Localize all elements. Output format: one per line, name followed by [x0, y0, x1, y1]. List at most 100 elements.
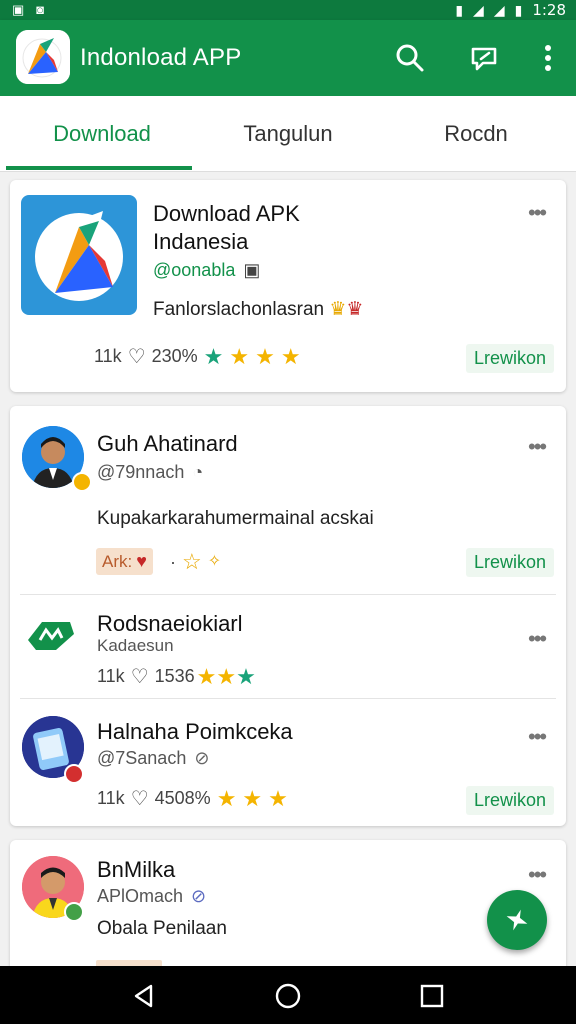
featured-app-title-line2: Indanesia	[153, 229, 249, 254]
share-icon	[471, 47, 497, 71]
more-horizontal-icon[interactable]: •••	[528, 202, 547, 224]
post-percent: 4508%	[154, 788, 211, 808]
tab-download[interactable]: Download	[6, 96, 198, 172]
clock-icon: ◔	[192, 462, 204, 482]
post-stats: 11k ♡ 1536 ★ ★ ★	[97, 664, 256, 689]
star-icon: ★	[196, 663, 217, 689]
featured-app-action-button[interactable]: Lrewikon	[466, 344, 555, 373]
home-button[interactable]	[272, 980, 304, 1012]
featured-app-card[interactable]: Download APK Indanesia @oonabla ▣ Fanlor…	[10, 180, 566, 392]
post-card: BnMilka APlOmach ⊘ Obala Penilaan •••	[10, 840, 566, 980]
post-tag[interactable]: Ark: ♥	[96, 548, 153, 575]
posts-card: Guh Ahatinard @79nnach ◔ Kupakarkarahume…	[10, 406, 566, 826]
post-author-name[interactable]: BnMilka	[97, 856, 175, 884]
app-bar: Indonload APP	[0, 20, 576, 96]
spark-icon	[506, 909, 528, 931]
post-action-button[interactable]: Lrewikon	[466, 786, 555, 815]
post-stats: 11k ♡ 4508% ★ ★ ★	[97, 786, 288, 811]
crown-icon: ♛	[329, 299, 347, 320]
heart-outline-icon[interactable]: ♡	[128, 344, 146, 369]
crown-red-icon: ♛	[346, 299, 364, 320]
battery-icon: ▮	[514, 1, 523, 18]
featured-app-description: Fanlorslachonlasran ♛♛	[153, 298, 363, 321]
dot-separator: ·	[170, 551, 176, 572]
overflow-menu-button[interactable]	[530, 40, 566, 76]
muted-icon: ⊘	[191, 886, 207, 906]
star-icon: ★	[229, 343, 250, 369]
app-logo-icon	[16, 30, 70, 84]
star-icon: ★	[280, 343, 301, 369]
star-outline-icon[interactable]: ☆	[182, 551, 202, 573]
android-notification-icon: ▣	[12, 2, 25, 17]
back-button[interactable]	[128, 980, 160, 1012]
verified-badge-icon	[72, 472, 92, 492]
search-button[interactable]	[392, 40, 428, 76]
featured-app-title-line1: Download APK	[153, 201, 300, 226]
clipboard-icon: ▣	[243, 260, 261, 280]
tab-bar: Download Tangulun Rocdn	[0, 96, 576, 172]
sparkle-icon: ✧	[207, 553, 222, 570]
post-reactions: · ☆ ✧	[170, 551, 221, 573]
app-title: Indonload APP	[80, 44, 242, 71]
post-count: 11k	[97, 788, 125, 808]
muted-icon: ⊘	[194, 748, 210, 768]
featured-app-icon	[21, 195, 137, 315]
signal-icon: ◢	[493, 1, 505, 18]
verified-badge-icon	[64, 902, 84, 922]
status-bar: ▣ ◙ ▮ ◢ ◢ ▮ 1:28	[0, 0, 576, 20]
recents-button[interactable]	[416, 980, 448, 1012]
star-icon: ★	[216, 785, 237, 811]
divider	[20, 698, 556, 699]
tab-tangulun[interactable]: Tangulun	[192, 96, 384, 172]
post-author-handle-text: APlOmach	[97, 886, 184, 906]
wifi-icon: ◢	[473, 1, 484, 18]
more-horizontal-icon[interactable]: •••	[528, 864, 547, 886]
system-navigation-bar	[0, 966, 576, 1024]
featured-app-handle: @oonabla ▣	[153, 260, 260, 281]
battery-saver-icon: ▮	[455, 1, 464, 18]
post-action-button[interactable]: Lrewikon	[466, 548, 555, 577]
divider	[20, 594, 556, 595]
close-badge-icon	[64, 764, 84, 784]
heart-outline-icon[interactable]: ♡	[131, 786, 149, 811]
app-green-logo-icon	[26, 616, 76, 656]
post-author-name[interactable]: Rodsnaeiokiarl	[97, 610, 243, 638]
more-horizontal-icon[interactable]: •••	[528, 628, 547, 650]
featured-app-handle-text: @oonabla	[153, 260, 236, 280]
post-author-name[interactable]: Guh Ahatinard	[97, 430, 238, 458]
featured-app-percent: 230%	[151, 346, 198, 366]
more-horizontal-icon[interactable]: •••	[528, 726, 547, 748]
star-green-icon: ★	[236, 663, 256, 689]
status-time: 1:28	[532, 1, 566, 19]
post-author-handle: Kadaesun	[97, 636, 174, 655]
home-circle-icon	[275, 983, 301, 1009]
recents-square-icon	[420, 984, 444, 1008]
star-icon: ★	[255, 343, 275, 369]
more-horizontal-icon[interactable]: •••	[528, 436, 547, 458]
featured-app-description-text: Fanlorslachonlasran	[153, 299, 325, 320]
search-icon	[396, 44, 424, 72]
post-tag-text: Ark:	[102, 551, 133, 571]
post-body: Kupakarkarahumermainal acskai	[97, 508, 374, 529]
post-author-handle: @79nnach ◔	[97, 462, 203, 483]
compose-fab-button[interactable]	[487, 890, 547, 950]
post-author-handle-text: @79nnach	[97, 462, 185, 482]
star-icon: ★	[268, 785, 288, 811]
share-button[interactable]	[466, 40, 502, 76]
back-triangle-icon	[134, 984, 153, 1008]
tab-indicator	[6, 166, 192, 170]
featured-app-stats: 11k ♡ 230% ★ ★ ★ ★	[94, 344, 301, 369]
star-icon: ★	[242, 785, 263, 811]
heart-icon: ♥	[136, 551, 147, 571]
post-body: Obala Penilaan	[97, 918, 227, 939]
game-notification-icon: ◙	[36, 2, 45, 17]
star-icon: ★	[216, 663, 237, 689]
post-percent: 1536	[154, 666, 195, 686]
more-vertical-icon	[545, 45, 551, 71]
tab-rocdn[interactable]: Rocdn	[380, 96, 572, 172]
heart-outline-icon[interactable]: ♡	[131, 664, 149, 689]
star-green-icon: ★	[203, 343, 224, 369]
post-author-handle-text: @7Sanach	[97, 748, 187, 768]
post-author-handle: APlOmach ⊘	[97, 886, 206, 907]
post-author-name[interactable]: Halnaha Poimkceka	[97, 718, 293, 746]
